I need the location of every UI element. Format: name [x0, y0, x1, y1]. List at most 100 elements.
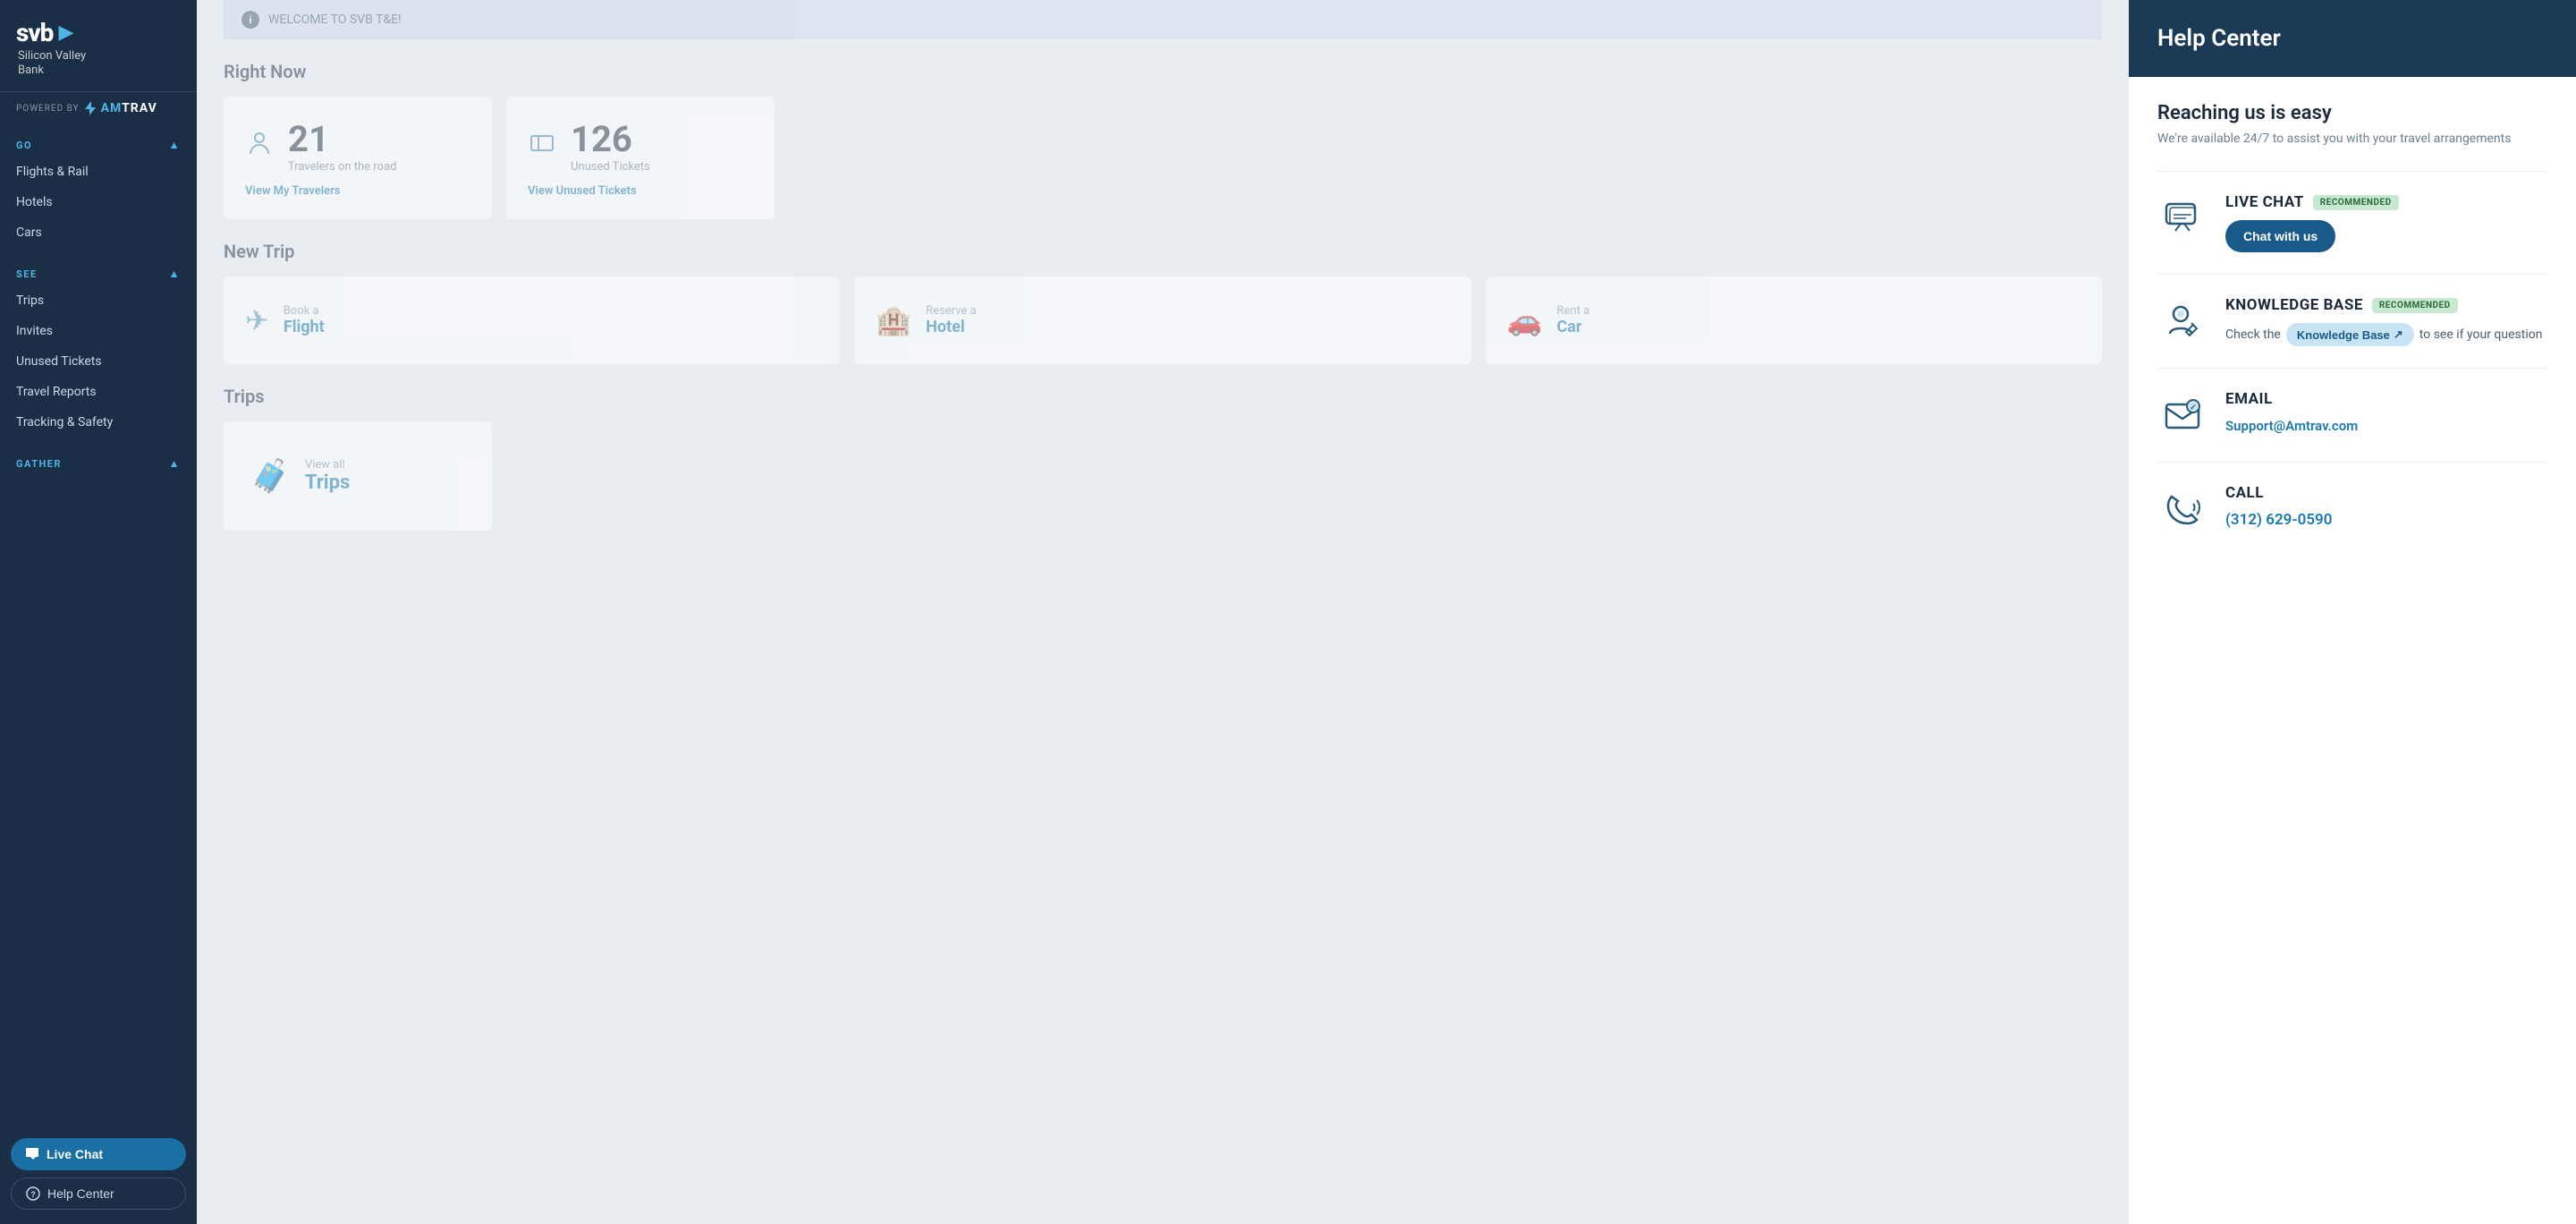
hotel-icon: 🏨: [876, 303, 911, 337]
reserve-hotel-sub: Reserve a: [926, 304, 976, 318]
knowledge-base-row: Check the Knowledge Base ↗ to see if you…: [2225, 323, 2547, 346]
travelers-label: Travelers on the road: [288, 160, 396, 174]
knowledge-base-content: KNOWLEDGE BASE RECOMMENDED Check the Kno…: [2225, 296, 2547, 346]
chevron-up-icon-gather: ▲: [169, 457, 181, 470]
question-icon: ?: [26, 1186, 40, 1201]
external-link-icon: ↗: [2394, 327, 2403, 342]
nav-item-flights-rail[interactable]: Flights & Rail: [0, 157, 197, 187]
book-flight-main: Flight: [284, 318, 325, 336]
email-content: EMAIL Support@Amtrav.com: [2225, 390, 2547, 434]
nav-item-unused-tickets[interactable]: Unused Tickets: [0, 346, 197, 377]
new-trip-cards: ✈ Book a Flight 🏨 Reserve a Hotel 🚗 Rent…: [224, 276, 2102, 364]
welcome-bar-text: WELCOME TO SVB T&E!: [268, 13, 402, 27]
stat-card-unused-tickets: 126 Unused Tickets View Unused Tickets: [506, 97, 775, 219]
kb-suffix-text: to see if your question: [2419, 327, 2543, 342]
nav-section-gather: GATHER ▲: [0, 443, 197, 480]
live-chat-badge: RECOMMENDED: [2313, 195, 2399, 210]
travelers-number: 21: [288, 118, 396, 160]
chat-with-us-button[interactable]: Chat with us: [2225, 220, 2335, 252]
live-chat-button[interactable]: Live Chat: [11, 1138, 186, 1170]
nav-item-travel-reports[interactable]: Travel Reports: [0, 377, 197, 407]
knowledge-base-button[interactable]: Knowledge Base ↗: [2286, 323, 2414, 346]
luggage-icon: 🧳: [250, 457, 291, 495]
nav-section-gather-label: GATHER: [16, 458, 62, 470]
trips-cards-row: 🧳 View all Trips: [224, 421, 2102, 531]
svg-text:?: ?: [30, 1190, 36, 1199]
reaching-title: Reaching us is easy: [2157, 102, 2547, 124]
amtrav-logo-text: AmTrav: [101, 101, 157, 115]
call-option-name: CALL: [2225, 484, 2264, 502]
nav-item-hotels[interactable]: Hotels: [0, 187, 197, 217]
knowledge-base-option-name: KNOWLEDGE BASE: [2225, 296, 2363, 314]
live-chat-btn-label: Live Chat: [47, 1147, 103, 1161]
nav-section-see: SEE ▲ Trips Invites Unused Tickets Trave…: [0, 253, 197, 443]
kb-prefix-text: Check the: [2225, 327, 2281, 342]
powered-by-label: POWERED BY: [16, 104, 80, 114]
sidebar: svb ▶ Silicon ValleyBank POWERED BY AmTr…: [0, 0, 197, 1224]
help-center-btn-label: Help Center: [47, 1186, 114, 1201]
logo-arrow-icon: ▶: [58, 21, 73, 44]
knowledge-base-badge: RECOMMENDED: [2372, 298, 2458, 313]
travelers-icon: [245, 129, 274, 164]
call-content: CALL (312) 629-0590: [2225, 484, 2547, 529]
live-chat-title-row: LIVE CHAT RECOMMENDED: [2225, 193, 2547, 211]
book-flight-sub: Book a: [284, 304, 325, 318]
view-my-travelers-link[interactable]: View My Travelers: [245, 184, 470, 198]
reserve-hotel-main: Hotel: [926, 318, 976, 336]
chevron-up-icon-see: ▲: [169, 268, 181, 280]
chevron-up-icon: ▲: [169, 139, 181, 151]
help-center-body: Reaching us is easy We're available 24/7…: [2129, 77, 2576, 1224]
nav-item-trips[interactable]: Trips: [0, 285, 197, 316]
help-center-title: Help Center: [2157, 25, 2281, 52]
svg-text:✓: ✓: [2190, 404, 2197, 412]
tickets-label: Unused Tickets: [571, 160, 650, 174]
help-option-call: CALL (312) 629-0590: [2157, 462, 2547, 556]
tickets-icon: [528, 129, 556, 164]
live-chat-option-name: LIVE CHAT: [2225, 193, 2304, 211]
call-icon: [2157, 484, 2207, 534]
reaching-subtitle: We're available 24/7 to assist you with …: [2157, 132, 2547, 146]
knowledge-base-icon: [2157, 296, 2207, 346]
trips-title: Trips: [224, 386, 2102, 407]
book-flight-card[interactable]: ✈ Book a Flight: [224, 276, 840, 364]
nav-section-go-label: GO: [16, 140, 32, 151]
nav-item-cars[interactable]: Cars: [0, 217, 197, 248]
email-address-link[interactable]: Support@Amtrav.com: [2225, 418, 2358, 434]
logo-bank-name: Silicon ValleyBank: [16, 49, 181, 77]
help-option-knowledge-base: KNOWLEDGE BASE RECOMMENDED Check the Kno…: [2157, 274, 2547, 368]
nav-section-gather-header[interactable]: GATHER ▲: [0, 448, 197, 475]
right-now-title: Right Now: [224, 61, 2102, 82]
view-unused-tickets-link[interactable]: View Unused Tickets: [528, 184, 753, 198]
nav-item-invites[interactable]: Invites: [0, 316, 197, 346]
logo-area: svb ▶ Silicon ValleyBank: [0, 0, 197, 92]
help-center-button[interactable]: ? Help Center: [11, 1177, 186, 1210]
live-chat-content: LIVE CHAT RECOMMENDED Chat with us: [2225, 193, 2547, 252]
nav-section-see-header[interactable]: SEE ▲: [0, 259, 197, 285]
rent-car-card[interactable]: 🚗 Rent a Car: [1486, 276, 2102, 364]
car-icon: 🚗: [1507, 303, 1543, 337]
view-all-trips-sub: View all: [305, 458, 350, 472]
tickets-number: 126: [571, 118, 650, 160]
nav-section-see-label: SEE: [16, 268, 38, 280]
info-icon: i: [242, 11, 259, 29]
powered-by-bar: POWERED BY AmTrav: [0, 92, 197, 124]
nav-section-go: GO ▲ Flights & Rail Hotels Cars: [0, 124, 197, 253]
reserve-hotel-card[interactable]: 🏨 Reserve a Hotel: [854, 276, 1470, 364]
help-option-live-chat: LIVE CHAT RECOMMENDED Chat with us: [2157, 171, 2547, 274]
help-center-panel: Help Center Reaching us is easy We're av…: [2129, 0, 2576, 1224]
knowledge-base-title-row: KNOWLEDGE BASE RECOMMENDED: [2225, 296, 2547, 314]
call-phone-number[interactable]: (312) 629-0590: [2225, 511, 2547, 529]
help-option-email: ✓ EMAIL Support@Amtrav.com: [2157, 368, 2547, 462]
email-option-name: EMAIL: [2225, 390, 2273, 408]
chat-icon: [25, 1147, 39, 1161]
sidebar-bottom: Live Chat ? Help Center: [0, 1126, 197, 1224]
rent-car-sub: Rent a: [1557, 304, 1590, 318]
view-all-trips-card[interactable]: 🧳 View all Trips: [224, 421, 492, 531]
logo-svb-text: svb: [16, 18, 53, 47]
nav-section-go-header[interactable]: GO ▲: [0, 130, 197, 157]
live-chat-icon: [2157, 193, 2207, 243]
kb-btn-label: Knowledge Base: [2297, 328, 2390, 342]
email-icon: ✓: [2157, 390, 2207, 440]
nav-item-tracking-safety[interactable]: Tracking & Safety: [0, 407, 197, 438]
welcome-bar: i WELCOME TO SVB T&E!: [224, 0, 2102, 39]
